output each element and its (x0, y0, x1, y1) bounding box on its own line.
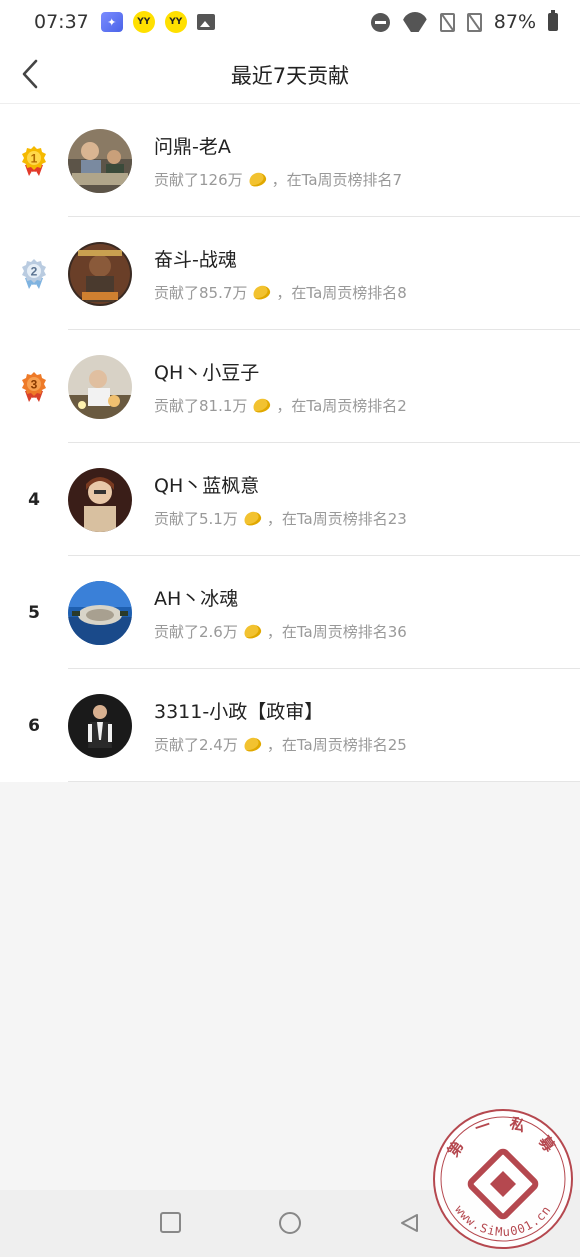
divider (68, 781, 580, 782)
recent-apps-button[interactable] (160, 1212, 181, 1233)
avatar[interactable] (68, 693, 132, 758)
svg-text:1: 1 (31, 151, 38, 165)
gold-medal-icon: 1 (22, 145, 46, 176)
contributor-info: 奋斗-战魂 贡献了85.7万 ，在Ta周贡榜排名8 (154, 245, 407, 303)
contributor-name: 奋斗-战魂 (154, 248, 237, 271)
contribution-detail: 贡献了81.1万 ，在Ta周贡榜排名2 (154, 395, 407, 416)
contribution-list: 1 问鼎-老A 贡献了126万 ，在Ta周贡榜排名7 2 奋斗-战魂 贡献了85… (0, 104, 580, 782)
list-item[interactable]: 6 3311-小政【政审】 贡献了2.4万 ，在Ta周贡榜排名25 (0, 669, 580, 782)
contributor-name: QH丶蓝枫意 (154, 474, 260, 497)
battery-icon (548, 10, 558, 31)
rank-cell: 3 (0, 371, 68, 403)
yy-icon: YY (164, 11, 187, 33)
list-item[interactable]: 4 QH丶蓝枫意 贡献了5.1万 ，在Ta周贡榜排名23 (0, 443, 580, 556)
rank-cell: 2 (0, 258, 68, 290)
coin-icon (242, 621, 263, 641)
contributor-name: 问鼎-老A (154, 135, 231, 158)
rank-number: 5 (28, 602, 40, 623)
contributor-info: QH丶蓝枫意 贡献了5.1万 ，在Ta周贡榜排名23 (154, 471, 407, 529)
watermark-seal: 第 一 私 募 www.SiMu001.cn (433, 1109, 573, 1249)
weekly-ranking: ，在Ta周贡榜排名7 (271, 170, 403, 189)
contribution-detail: 贡献了126万 ，在Ta周贡榜排名7 (154, 169, 402, 190)
avatar[interactable] (68, 354, 132, 419)
no-sim-icon (439, 12, 455, 32)
rank-cell: 4 (0, 490, 68, 510)
list-item[interactable]: 5 AH丶冰魂 贡献了2.6万 ，在Ta周贡榜排名36 (0, 556, 580, 669)
no-sim-icon (466, 12, 482, 32)
avatar[interactable] (68, 467, 132, 532)
contributor-info: 问鼎-老A 贡献了126万 ，在Ta周贡榜排名7 (154, 132, 402, 190)
silver-medal-icon: 2 (22, 258, 46, 289)
nav-header: 最近7天贡献 (0, 44, 580, 104)
weekly-ranking: ，在Ta周贡榜排名8 (276, 283, 407, 302)
wifi-icon (402, 12, 428, 32)
coin-icon (251, 282, 273, 302)
contribution-detail: 贡献了2.6万 ，在Ta周贡榜排名36 (154, 621, 407, 642)
page-title: 最近7天贡献 (230, 64, 350, 88)
list-item[interactable]: 1 问鼎-老A 贡献了126万 ，在Ta周贡榜排名7 (0, 104, 580, 217)
weekly-ranking: ，在Ta周贡榜排名23 (266, 509, 407, 528)
contribution-amount: 贡献了85.7万 (154, 283, 248, 302)
back-triangle-icon[interactable] (398, 1212, 420, 1234)
do-not-disturb-icon (370, 12, 390, 32)
contribution-detail: 贡献了2.4万 ，在Ta周贡榜排名25 (154, 734, 407, 755)
rank-cell: 6 (0, 716, 68, 736)
contributor-info: 3311-小政【政审】 贡献了2.4万 ，在Ta周贡榜排名25 (154, 697, 407, 755)
rank-number: 4 (28, 489, 40, 510)
contribution-amount: 贡献了2.4万 (154, 735, 238, 754)
coin-icon (246, 169, 268, 189)
list-item[interactable]: 3 QH丶小豆子 贡献了81.1万 ，在Ta周贡榜排名2 (0, 330, 580, 443)
weekly-ranking: ，在Ta周贡榜排名36 (266, 622, 407, 641)
status-bar: 07:37 ✦ YY YY 87% (0, 0, 580, 44)
coin-icon (242, 508, 263, 528)
coin-icon (242, 734, 263, 754)
avatar[interactable] (68, 128, 132, 193)
contribution-amount: 贡献了5.1万 (154, 509, 238, 528)
contribution-detail: 贡献了85.7万 ，在Ta周贡榜排名8 (154, 282, 407, 303)
status-time: 07:37 (34, 11, 89, 33)
status-right: 87% (370, 10, 558, 33)
list-item[interactable]: 2 奋斗-战魂 贡献了85.7万 ，在Ta周贡榜排名8 (0, 217, 580, 330)
avatar[interactable] (68, 241, 132, 306)
svg-text:3: 3 (31, 377, 38, 391)
bronze-medal-icon: 3 (22, 371, 46, 402)
app-icon: ✦ (100, 12, 123, 32)
contribution-amount: 贡献了126万 (154, 170, 243, 189)
contributor-info: AH丶冰魂 贡献了2.6万 ，在Ta周贡榜排名36 (154, 584, 407, 642)
avatar[interactable] (68, 580, 132, 645)
rank-cell: 5 (0, 603, 68, 623)
rank-cell: 1 (0, 145, 68, 177)
contributor-info: QH丶小豆子 贡献了81.1万 ，在Ta周贡榜排名2 (154, 358, 407, 416)
yy-icon: YY (132, 11, 155, 33)
contributor-name: AH丶冰魂 (154, 587, 239, 610)
contributor-name: 3311-小政【政审】 (154, 700, 324, 723)
coin-icon (251, 395, 273, 415)
contribution-amount: 贡献了81.1万 (154, 396, 248, 415)
home-button[interactable] (279, 1212, 301, 1234)
battery-percent: 87% (493, 11, 536, 33)
weekly-ranking: ，在Ta周贡榜排名2 (276, 396, 407, 415)
rank-number: 6 (28, 715, 40, 736)
weekly-ranking: ，在Ta周贡榜排名25 (266, 735, 407, 754)
contributor-name: QH丶小豆子 (154, 361, 260, 384)
gallery-icon (196, 14, 215, 30)
contribution-amount: 贡献了2.6万 (154, 622, 238, 641)
contribution-detail: 贡献了5.1万 ，在Ta周贡榜排名23 (154, 508, 407, 529)
svg-text:2: 2 (31, 264, 38, 278)
